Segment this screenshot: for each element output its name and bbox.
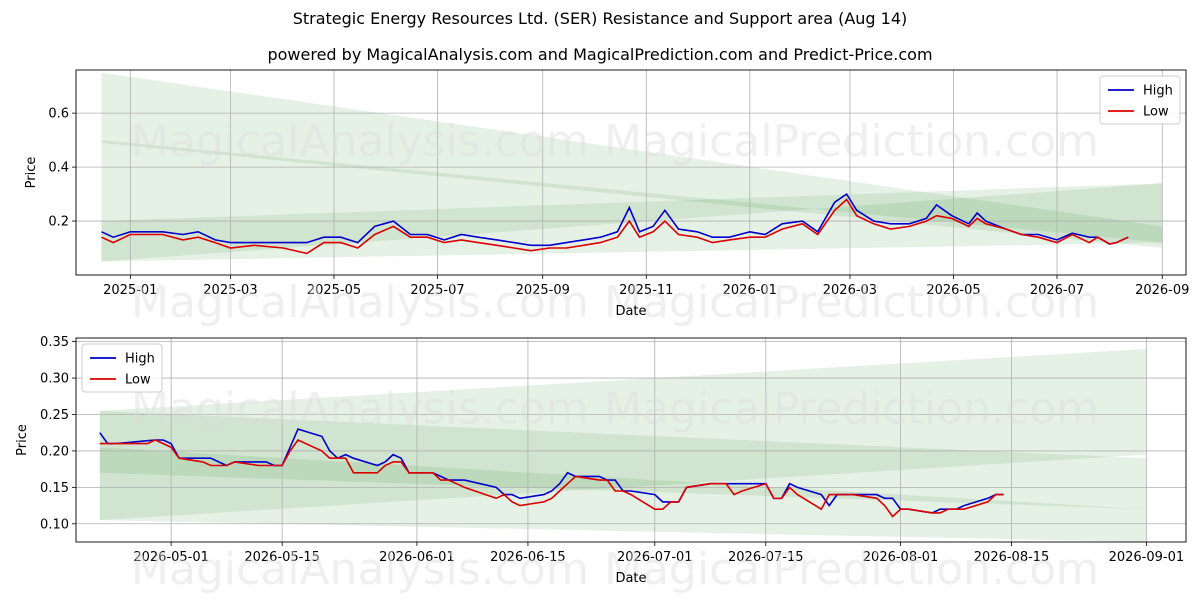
watermark-text: MagicalAnalysis.com	[131, 544, 589, 595]
x-axis-label: Date	[615, 304, 646, 319]
watermark-text: MagicalPrediction.com	[604, 544, 1099, 595]
watermark-text: MagicalPrediction.com	[604, 277, 1099, 328]
y-tick-label: 0.15	[40, 481, 69, 496]
watermark-text: MagicalPrediction.com	[604, 384, 1099, 435]
y-tick-label: 0.20	[40, 444, 69, 459]
watermark-text: MagicalAnalysis.com	[131, 384, 589, 435]
x-tick-label: 2026-09-01	[1109, 550, 1185, 565]
chart-panel-1: 2025-01 2025-03 2025-05 2025-07 2025-09 2025-…	[24, 69, 1189, 328]
y-tick-label: 0.35	[40, 335, 69, 350]
y-axis-label: Price	[24, 157, 39, 189]
legend-label-high: High	[125, 352, 155, 367]
chart-panel-2: 2026-05-01 2026-05-15 2026-06-01 2026-06-15…	[15, 335, 1187, 595]
legend-label-low: Low	[1143, 105, 1169, 120]
watermark-text: MagicalAnalysis.com	[131, 116, 589, 167]
y-tick-label: 0.30	[40, 372, 69, 387]
chart-canvas: 2025-01 2025-03 2025-05 2025-07 2025-09 2025-…	[15, 69, 1189, 595]
y-tick-label: 0.25	[40, 408, 69, 423]
y-axis-label: Price	[15, 424, 30, 456]
legend-label-low: Low	[125, 373, 151, 388]
y-tick-label: 0.4	[48, 161, 69, 176]
legend: High Low	[81, 343, 163, 393]
watermark-text: MagicalAnalysis.com	[131, 277, 589, 328]
legend-label-high: High	[1143, 84, 1173, 99]
watermark-text: MagicalPrediction.com	[604, 116, 1099, 167]
x-axis-label: Date	[615, 571, 646, 586]
legend: High Low	[1099, 75, 1181, 125]
y-tick-label: 0.2	[48, 215, 69, 230]
y-tick-label: 0.6	[48, 107, 69, 122]
x-tick-label: 2026-09	[1135, 283, 1189, 298]
y-tick-label: 0.10	[40, 517, 69, 532]
